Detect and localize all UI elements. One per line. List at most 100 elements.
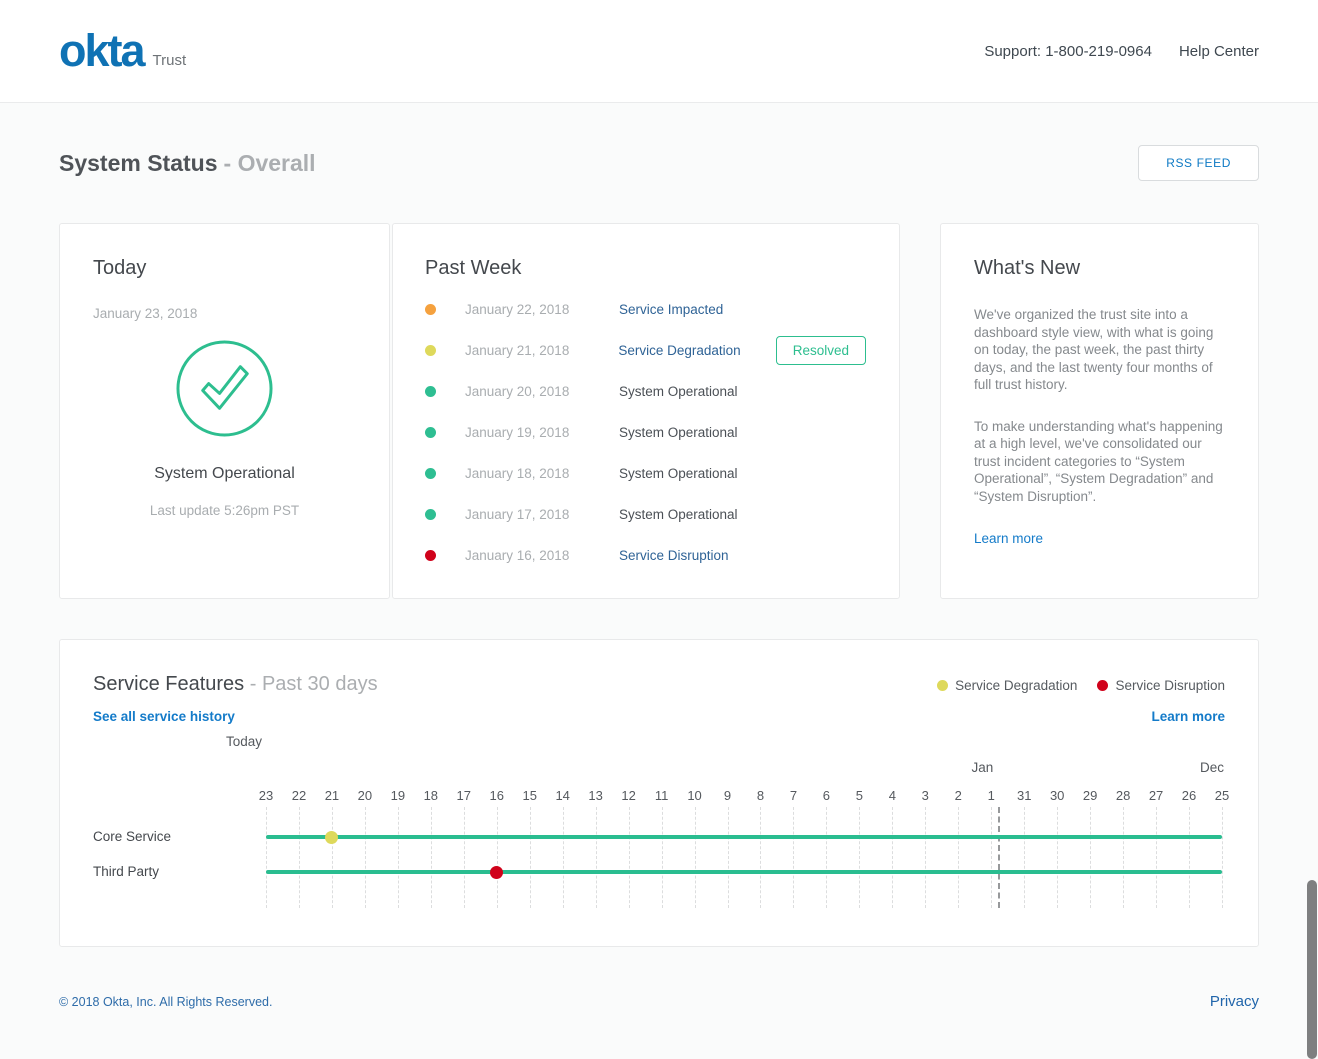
chart-day-tick: 7 (777, 788, 810, 803)
chart-day-tick: 16 (480, 788, 513, 803)
scrollbar-thumb[interactable] (1307, 880, 1317, 1059)
past-week-row: January 18, 2018System Operational (425, 453, 866, 494)
chart-day-tick: 22 (282, 788, 315, 803)
support-phone: Support: 1-800-219-0964 (984, 43, 1152, 60)
status-cards-row: Today January 23, 2018 System Operationa… (59, 223, 1259, 599)
chart-day-tick: 18 (414, 788, 447, 803)
chart-day-tick: 26 (1173, 788, 1206, 803)
chart-day-tick: 17 (447, 788, 480, 803)
past-week-row: January 17, 2018System Operational (425, 494, 866, 535)
chart-gridline (1222, 807, 1223, 908)
title-row: System Status- Overall RSS FEED (59, 145, 1259, 181)
chart-day-tick: 4 (876, 788, 909, 803)
today-status-text: System Operational (93, 465, 356, 483)
chart-today-label: Today (156, 734, 262, 749)
service-timeline-chart: Today23222120191817161514131211109876543… (93, 730, 1225, 916)
whats-new-title: What's New (974, 257, 1228, 280)
incident-dot-icon[interactable] (490, 866, 503, 879)
chart-row-label: Core Service (93, 829, 171, 844)
chart-day-tick: 25 (1206, 788, 1239, 803)
whats-new-learn-more-link[interactable]: Learn more (974, 531, 1043, 546)
chart-gridline (497, 807, 498, 908)
incident-status-link[interactable]: Service Disruption (619, 548, 777, 563)
chart-gridline (1057, 807, 1058, 908)
status-dot-icon (425, 427, 436, 438)
past-week-row: January 21, 2018Service DegradationResol… (425, 330, 866, 371)
chart-gridline (530, 807, 531, 908)
chart-day-tick: 2 (942, 788, 975, 803)
chart-gridline (431, 807, 432, 908)
past-week-list: January 22, 2018Service ImpactedJanuary … (425, 289, 866, 576)
service-uptime-line (266, 870, 1222, 874)
status-dot-icon (425, 304, 436, 315)
chart-gridline (760, 807, 761, 908)
today-last-update: Last update 5:26pm PST (93, 503, 356, 518)
chart-day-tick: 1 (975, 788, 1008, 803)
chart-row-label: Third Party (93, 864, 159, 879)
help-center-link[interactable]: Help Center (1179, 43, 1259, 60)
chart-day-tick: 13 (579, 788, 612, 803)
chart-gridline (563, 807, 564, 908)
chart-gridline (925, 807, 926, 908)
chart-gridline (1156, 807, 1157, 908)
chart-gridline (1024, 807, 1025, 908)
chart-day-tick: 29 (1074, 788, 1107, 803)
month-divider-line (998, 807, 1000, 908)
chart-day-tick: 19 (381, 788, 414, 803)
past-week-title: Past Week (425, 257, 866, 280)
chart-gridline (695, 807, 696, 908)
status-dot-icon (425, 550, 436, 561)
past-week-card: Past Week January 22, 2018Service Impact… (392, 223, 900, 599)
chart-gridline (728, 807, 729, 908)
chart-day-tick: 15 (513, 788, 546, 803)
incident-date: January 16, 2018 (465, 548, 619, 563)
whats-new-paragraph-2: To make understanding what's happening a… (974, 418, 1228, 506)
chart-day-tick: 31 (1008, 788, 1041, 803)
status-dot-icon (425, 509, 436, 520)
month-label-dec: Dec (1166, 760, 1224, 775)
status-dot-icon (425, 468, 436, 479)
chart-gridline (1090, 807, 1091, 908)
legend-disruption-label: Service Disruption (1115, 678, 1225, 693)
past-week-row: January 19, 2018System Operational (425, 412, 866, 453)
past-week-row: January 22, 2018Service Impacted (425, 289, 866, 330)
service-features-title-suffix: - Past 30 days (250, 673, 378, 695)
chart-gridline (1123, 807, 1124, 908)
service-features-learn-more-link[interactable]: Learn more (1151, 709, 1225, 724)
incident-status-text: System Operational (619, 425, 777, 440)
incident-status-text: System Operational (619, 466, 777, 481)
month-label-jan: Jan (935, 760, 993, 775)
incident-dot-icon[interactable] (325, 831, 338, 844)
rss-feed-button[interactable]: RSS FEED (1138, 145, 1259, 181)
incident-status-text: System Operational (619, 384, 777, 399)
chart-gridline (958, 807, 959, 908)
chart-day-tick: 21 (315, 788, 348, 803)
see-all-service-history-link[interactable]: See all service history (93, 709, 235, 724)
chart-day-tick: 9 (711, 788, 744, 803)
incident-date: January 22, 2018 (465, 302, 619, 317)
chart-gridline (793, 807, 794, 908)
incident-status-link[interactable]: Service Impacted (619, 302, 777, 317)
chart-day-tick: 14 (546, 788, 579, 803)
chart-day-tick: 6 (810, 788, 843, 803)
legend-item-disruption: Service Disruption (1097, 678, 1225, 693)
chart-day-tick: 5 (843, 788, 876, 803)
past-week-row: January 16, 2018Service Disruption (425, 535, 866, 576)
incident-date: January 21, 2018 (465, 343, 618, 358)
okta-trust-logo[interactable]: okta Trust (59, 31, 186, 71)
chart-legend: Service Degradation Service Disruption (937, 673, 1225, 693)
today-card-title: Today (93, 257, 356, 280)
incident-status-link[interactable]: Service Degradation (618, 343, 775, 358)
chart-gridline (332, 807, 333, 908)
page-title-suffix: - Overall (224, 150, 316, 176)
okta-logo: okta (59, 31, 144, 71)
chart-gridline (1189, 807, 1190, 908)
chart-gridline (859, 807, 860, 908)
service-features-header: Service Features - Past 30 days Service … (93, 673, 1225, 696)
service-features-panel: Service Features - Past 30 days Service … (59, 639, 1259, 947)
incident-date: January 18, 2018 (465, 466, 619, 481)
system-operational-check-icon (175, 339, 274, 438)
chart-gridline (398, 807, 399, 908)
privacy-link[interactable]: Privacy (1210, 993, 1259, 1010)
resolved-badge[interactable]: Resolved (776, 336, 866, 365)
